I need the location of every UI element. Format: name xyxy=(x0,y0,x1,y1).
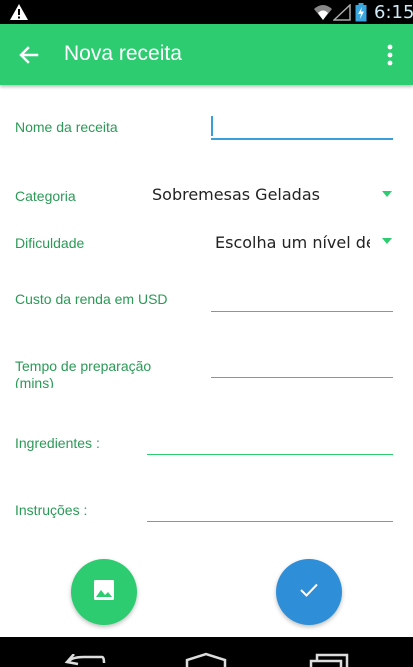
warning-icon xyxy=(9,3,29,25)
prep-time-input[interactable] xyxy=(211,377,393,378)
cost-input[interactable] xyxy=(211,311,393,312)
category-select[interactable]: Sobremesas Geladas xyxy=(152,185,372,204)
prep-time-label: Tempo de preparação xyxy=(15,358,152,374)
add-image-button[interactable] xyxy=(71,559,137,625)
more-vert-icon[interactable] xyxy=(386,44,394,70)
recipe-name-label: Nome da receita xyxy=(15,119,118,135)
category-dropdown-icon[interactable] xyxy=(382,191,392,197)
ingredients-label: Ingredientes : xyxy=(15,435,100,451)
back-icon[interactable] xyxy=(64,654,106,667)
prep-time-unit-label: (mins) xyxy=(15,375,54,388)
instructions-input[interactable] xyxy=(147,521,393,522)
wifi-icon xyxy=(313,3,333,25)
recents-icon[interactable] xyxy=(309,653,349,667)
confirm-button[interactable] xyxy=(276,559,342,625)
arrow-back-icon[interactable] xyxy=(18,44,40,70)
home-icon[interactable] xyxy=(185,652,227,667)
navigation-bar xyxy=(0,637,413,667)
battery-charging-icon xyxy=(355,3,367,26)
recipe-name-input[interactable] xyxy=(211,138,393,140)
image-icon xyxy=(93,579,115,605)
difficulty-select[interactable]: Escolha um nível de xyxy=(215,233,370,252)
app-bar: Nova receita xyxy=(0,24,413,85)
signal-icon xyxy=(332,3,351,25)
page-title: Nova receita xyxy=(64,42,182,65)
prep-time-label-clip: (mins) xyxy=(15,375,165,388)
status-bar: 6:15 xyxy=(0,0,413,24)
check-icon xyxy=(299,582,319,602)
ingredients-input[interactable] xyxy=(147,454,393,455)
category-label: Categoria xyxy=(15,188,76,204)
text-cursor xyxy=(211,116,213,136)
difficulty-dropdown-icon[interactable] xyxy=(382,238,392,244)
cost-label: Custo da renda em USD xyxy=(15,291,168,307)
status-time: 6:15 xyxy=(374,2,413,23)
instructions-label: Instruções : xyxy=(15,502,88,518)
difficulty-label: Dificuldade xyxy=(15,235,85,251)
